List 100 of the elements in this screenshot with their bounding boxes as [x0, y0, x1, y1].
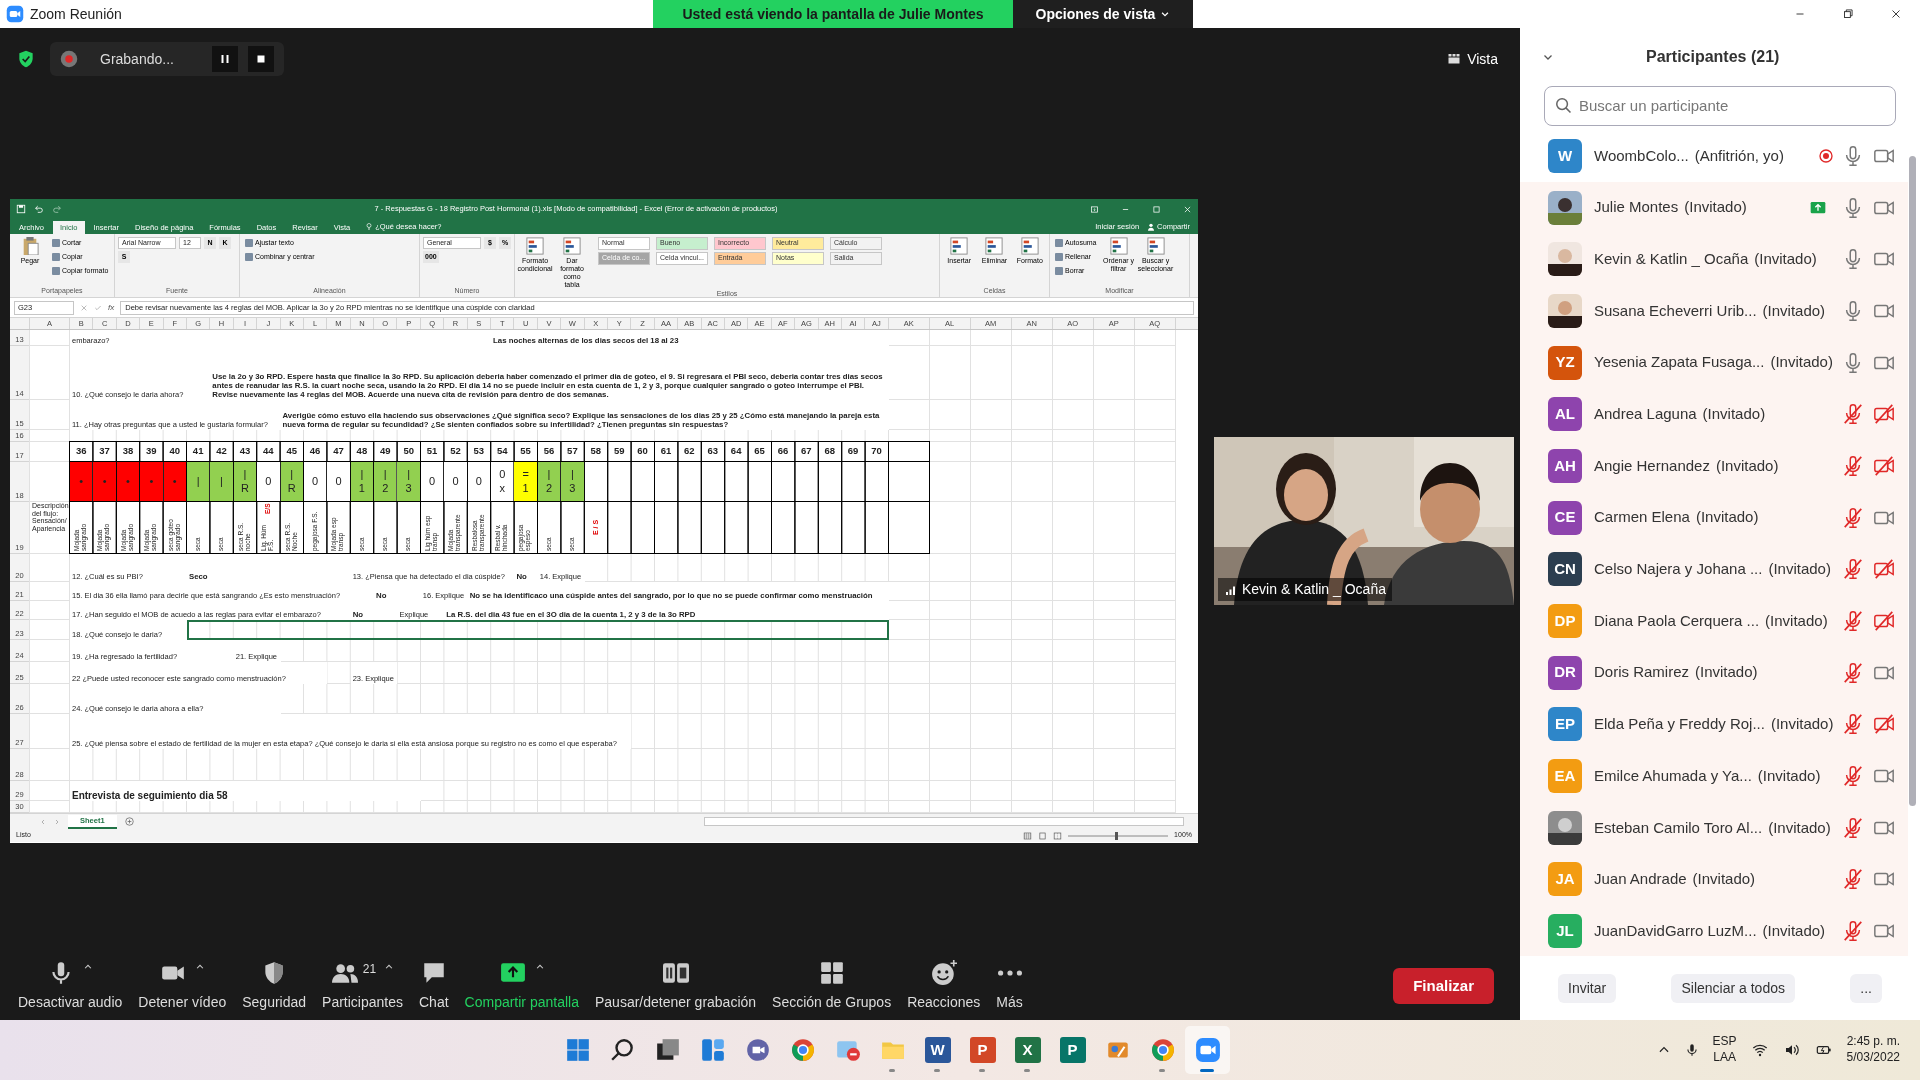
- day-number: 40: [168, 444, 182, 459]
- taskbar-app[interactable]: P: [1050, 1026, 1095, 1074]
- undo-icon[interactable]: [34, 204, 44, 214]
- add-sheet-icon[interactable]: [124, 817, 134, 826]
- symbol-cell: = 1: [514, 462, 537, 501]
- maximize-icon[interactable]: [1152, 204, 1161, 214]
- symbol-cell: •: [116, 462, 140, 501]
- day-number: 62: [683, 444, 696, 459]
- panel-button[interactable]: ...: [1850, 973, 1882, 1003]
- restore-icon[interactable]: [1841, 7, 1855, 21]
- participant-role: (Invitado): [1692, 869, 1756, 890]
- language-indicator[interactable]: ESP: [1712, 1034, 1737, 1050]
- taskbar-app[interactable]: X: [1005, 1026, 1050, 1074]
- browser-icon: [1149, 1037, 1176, 1063]
- normal-view-icon[interactable]: [1023, 831, 1033, 840]
- toolbar-button[interactable]: Chat: [411, 959, 457, 1013]
- app-letter-icon: W: [924, 1037, 951, 1063]
- taskbar-app[interactable]: P: [960, 1026, 1005, 1074]
- day-number: 55: [519, 444, 532, 459]
- view-button[interactable]: Vista: [1441, 47, 1504, 71]
- ribbon-display-icon[interactable]: [1090, 204, 1099, 214]
- search-field[interactable]: Buscar un participante: [1544, 86, 1896, 126]
- panel-button[interactable]: Silenciar a todos: [1671, 973, 1795, 1003]
- day-number: 61: [659, 444, 673, 459]
- app-letter-icon: P: [1059, 1037, 1086, 1063]
- windows-icon: [564, 1037, 591, 1063]
- toolbar-button[interactable]: Compartir pantalla: [456, 959, 587, 1013]
- widgets-icon: [699, 1037, 726, 1063]
- participant-name: Emilce Ahumada y Ya...: [1594, 765, 1752, 786]
- day-number: 44: [262, 444, 275, 459]
- participant-name: Elda Peña y Freddy Roj...: [1594, 714, 1765, 735]
- participant-name: WoombColo...: [1594, 145, 1689, 166]
- day-number: 59: [612, 444, 626, 459]
- toolbar-button[interactable]: 21 Participantes: [314, 959, 411, 1013]
- microphone-icon[interactable]: [1684, 1042, 1699, 1058]
- clock-time[interactable]: 2:45 p. m.: [1846, 1034, 1900, 1050]
- grid-icon: [1447, 53, 1462, 65]
- participant-name: Kevin & Katlin _ Ocaña: [1594, 248, 1749, 269]
- clipboard-icon: [21, 237, 39, 255]
- day-number: 36: [74, 444, 88, 459]
- participant-name: Esteban Camilo Toro Al...: [1594, 817, 1763, 838]
- stop-button[interactable]: [248, 46, 274, 72]
- pause-button[interactable]: [212, 46, 238, 72]
- symbol-cell: | 2: [374, 462, 397, 501]
- redo-icon[interactable]: [52, 204, 62, 214]
- page-layout-icon[interactable]: [1038, 831, 1048, 840]
- chevron-down-icon: [1160, 9, 1171, 19]
- avatar: EP: [1548, 707, 1582, 742]
- toolbar-button[interactable]: Desactivar audio: [10, 959, 131, 1013]
- day-number: 57: [566, 444, 579, 459]
- toolbar-button[interactable]: Pausar/detener grabación: [586, 959, 765, 1013]
- participant-role: (Invitado): [1762, 920, 1826, 941]
- day-number: 54: [495, 444, 509, 459]
- panel-button[interactable]: Invitar: [1558, 973, 1617, 1003]
- participant-role: (Invitado): [1765, 610, 1828, 631]
- participant-role: (Invitado): [1770, 714, 1834, 735]
- participant-name: Kevin & Katlin _ Ocaña: [1242, 580, 1386, 599]
- participant-role: (Anfitrión, yo): [1694, 145, 1784, 166]
- table-icon: [950, 237, 969, 255]
- selected-cell[interactable]: [186, 620, 889, 640]
- day-number: 64: [729, 444, 743, 459]
- participant-name: Julie Montes: [1594, 197, 1679, 218]
- pause-icon: [219, 53, 231, 65]
- window-title: Zoom Reunión: [30, 4, 122, 24]
- table-icon: [1146, 237, 1165, 255]
- participant-name: Celso Najera y Johana ...: [1594, 559, 1763, 580]
- participant-role: (Invitado): [1770, 352, 1833, 373]
- toolbar-button[interactable]: Sección de Grupos: [764, 959, 900, 1013]
- view-options-button[interactable]: Opciones de vista: [1013, 0, 1193, 28]
- toolbar-button[interactable]: Reacciones: [899, 959, 989, 1013]
- table-icon: [526, 237, 544, 255]
- day-number: 63: [706, 444, 720, 459]
- participant-role: (Invitado): [1768, 817, 1831, 838]
- participant-role: (Invitado): [1768, 559, 1831, 580]
- zoom-slider-icon[interactable]: [1068, 831, 1169, 840]
- wifi-icon[interactable]: [1750, 1042, 1769, 1058]
- participant-name: Carmen Elena: [1594, 507, 1690, 528]
- taskbar-app[interactable]: W: [915, 1026, 960, 1074]
- language-indicator[interactable]: LAA: [1713, 1050, 1736, 1066]
- participant-name: Juan Andrade: [1594, 869, 1687, 890]
- toolbar-button[interactable]: Detener vídeo: [130, 959, 235, 1013]
- day-number: 66: [776, 444, 790, 459]
- horizontal-scrollbar[interactable]: [704, 817, 1184, 826]
- day-number: 69: [846, 444, 860, 459]
- more-icon: [997, 969, 1022, 976]
- toolbar-button[interactable]: Seguridad: [234, 959, 315, 1013]
- table-icon: [1020, 237, 1039, 255]
- symbol-cell: |: [210, 462, 233, 501]
- scrollbar[interactable]: [1909, 156, 1916, 806]
- participant-name: Susana Echeverri Urib...: [1594, 300, 1757, 321]
- day-number: 58: [589, 444, 603, 459]
- page-break-icon[interactable]: [1053, 831, 1063, 840]
- toolbar-button[interactable]: Más: [988, 959, 1031, 1013]
- avatar: JA: [1548, 862, 1582, 897]
- participant-name: Angie Hernandez: [1594, 455, 1710, 476]
- save-icon[interactable]: [16, 204, 26, 214]
- end-meeting-button[interactable]: Finalizar: [1393, 967, 1494, 1005]
- cancel-icon: [80, 303, 88, 312]
- clock-date[interactable]: 5/03/2022: [1846, 1050, 1900, 1066]
- stop-icon: [255, 53, 267, 65]
